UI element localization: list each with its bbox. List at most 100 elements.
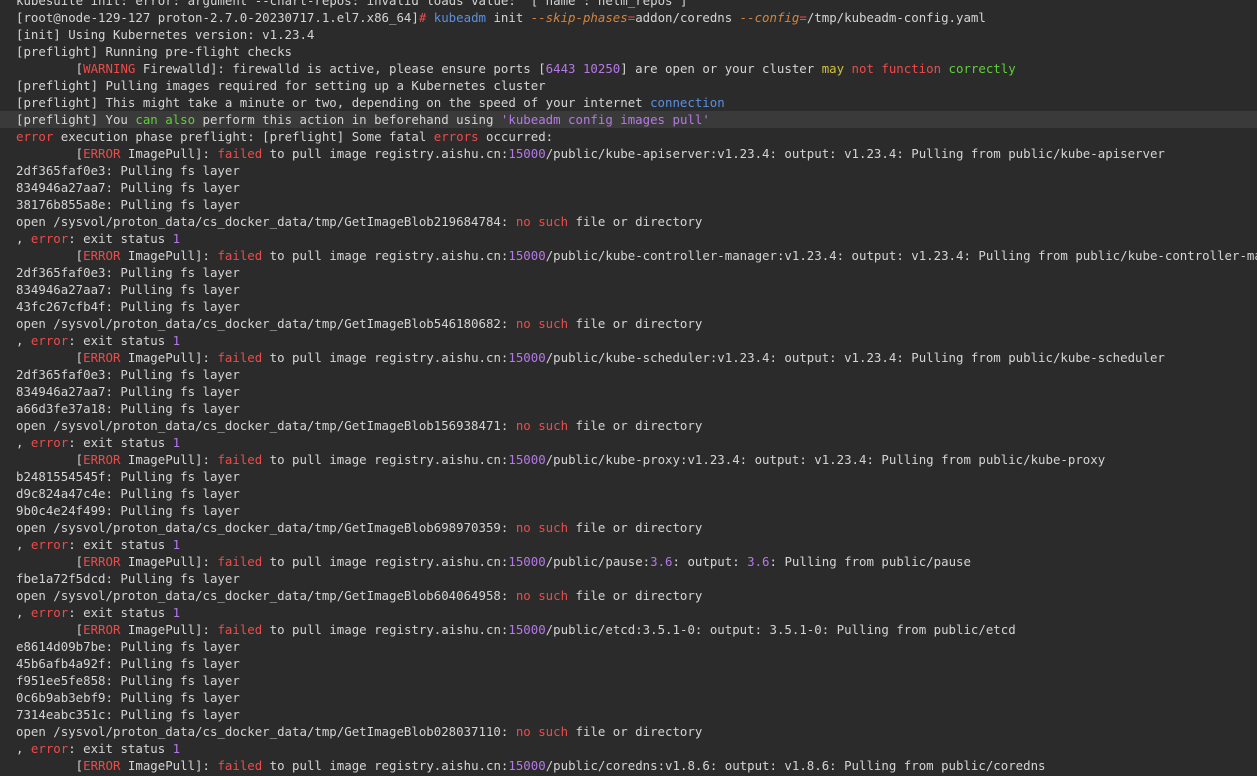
terminal-line: [ERROR ImagePull]: failed to pull image … [16,145,1257,162]
terminal-text-segment: file or directory [568,316,703,331]
terminal-text-segment: to pull image registry.aishu.cn: [262,452,509,467]
terminal-text-segment: 15000 [508,146,546,161]
terminal-text-segment: kubesuite init: [16,0,136,8]
terminal-text-segment: open /sysvol/proton_data/cs_docker_data/… [16,418,516,433]
terminal-text-segment: not function [851,61,942,76]
terminal-text-segment: --chart-repos [254,0,352,8]
terminal-text-segment: to pull image registry.aishu.cn: [262,248,509,263]
terminal-lines: kubesuite init: error: argument --chart-… [0,0,1257,774]
terminal-text-segment: ImagePull]: [120,350,218,365]
terminal-output[interactable]: kubesuite init: error: argument --chart-… [0,0,1257,776]
terminal-line: 834946a27aa7: Pulling fs layer [16,281,1257,298]
terminal-text-segment: Firewalld]: firewalld is active, please … [135,61,546,76]
terminal-text-segment: WARNING [83,61,136,76]
terminal-text-segment: no such [515,418,569,433]
terminal-line: [preflight] This might take a minute or … [16,94,1257,111]
terminal-text-segment: addon [635,10,673,25]
terminal-text-segment: [preflight] You [16,112,136,127]
terminal-line: [preflight] Pulling images required for … [16,77,1257,94]
terminal-text-segment: occurred: [478,129,554,144]
terminal-text-segment: [preflight] Running pre-flight checks [16,44,293,59]
terminal-line: open /sysvol/proton_data/cs_docker_data/… [16,417,1257,434]
terminal-line: , error: exit status 1 [16,332,1257,349]
terminal-text-segment: no such [515,588,569,603]
terminal-text-segment: 15000 [508,554,546,569]
terminal-text-segment: no such [515,520,569,535]
terminal-text-segment: file or directory [568,588,703,603]
terminal-text-segment: errors [433,129,479,144]
terminal-text-segment: f951ee5fe858: Pulling fs layer [16,673,240,688]
terminal-text-segment: 1 [172,231,181,246]
terminal-line: a66d3fe37a18: Pulling fs layer [16,400,1257,417]
terminal-text-segment: , [16,741,31,756]
terminal-text-segment: ImagePull]: [120,146,218,161]
terminal-text-segment: 2df365faf0e3: Pulling fs layer [16,163,240,178]
terminal-text-segment: [ [16,61,84,76]
terminal-text-segment: /public/etcd:3.5.1-0: output: 3.5.1-0: P… [545,622,1016,637]
terminal-text-segment: , [16,333,31,348]
terminal-line: , error: exit status 1 [16,434,1257,451]
terminal-text-segment: /public/kube-controller-manager:v1.23.4:… [545,248,1257,263]
terminal-line: [ERROR ImagePull]: failed to pull image … [16,247,1257,264]
terminal-text-segment: ERROR [83,622,121,637]
terminal-text-segment: 43fc267cfb4f: Pulling fs layer [16,299,240,314]
terminal-text-segment: 15000 [508,758,546,773]
terminal-text-segment: [init] Using Kubernetes version: v1.23.4 [16,27,315,42]
terminal-line: error execution phase preflight: [prefli… [16,128,1257,145]
terminal-text-segment: file or directory [568,724,703,739]
terminal-line: 43fc267cfb4f: Pulling fs layer [16,298,1257,315]
terminal-text-segment: : Pulling from public/pause [769,554,971,569]
terminal-text-segment: ERROR [83,248,121,263]
terminal-text-segment: execution phase preflight: [preflight] S… [53,129,434,144]
terminal-text-segment: 1 [172,537,181,552]
terminal-line: open /sysvol/proton_data/cs_docker_data/… [16,519,1257,536]
terminal-text-segment: error [30,741,69,756]
terminal-text-segment: error [135,0,173,8]
terminal-line: b2481554545f: Pulling fs layer [16,468,1257,485]
terminal-text-segment: : invalid loads value: '["name": helm_re… [351,0,695,8]
terminal-text-segment: : exit status [68,741,173,756]
terminal-text-segment: to pull image registry.aishu.cn: [262,146,509,161]
terminal-text-segment: : exit status [68,605,173,620]
terminal-line: f951ee5fe858: Pulling fs layer [16,672,1257,689]
terminal-line: fbe1a72f5dcd: Pulling fs layer [16,570,1257,587]
terminal-line: 834946a27aa7: Pulling fs layer [16,383,1257,400]
terminal-text-segment: failed [217,622,263,637]
terminal-line: [ERROR ImagePull]: failed to pull image … [16,553,1257,570]
terminal-text-segment: 2df365faf0e3: Pulling fs layer [16,265,240,280]
terminal-text-segment: b2481554545f: Pulling fs layer [16,469,240,484]
terminal-text-segment: 3.6 [747,554,770,569]
terminal-text-segment: error [16,129,54,144]
terminal-text-segment: e8614d09b7be: Pulling fs layer [16,639,240,654]
terminal-text-segment: failed [217,350,263,365]
terminal-line: 0c6b9ab3ebf9: Pulling fs layer [16,689,1257,706]
terminal-text-segment: error [30,537,69,552]
terminal-text-segment: [ [16,554,84,569]
terminal-line: [init] Using Kubernetes version: v1.23.4 [16,26,1257,43]
terminal-line: open /sysvol/proton_data/cs_docker_data/… [16,213,1257,230]
terminal-text-segment: 2df365faf0e3: Pulling fs layer [16,367,240,382]
terminal-text-segment: may [821,61,845,76]
terminal-line: 834946a27aa7: Pulling fs layer [16,179,1257,196]
terminal-text-segment: ERROR [83,350,121,365]
terminal-text-segment: file or directory [568,418,703,433]
terminal-text-segment: connection [650,95,725,110]
terminal-text-segment: ImagePull]: [120,622,218,637]
terminal-line: , error: exit status 1 [16,740,1257,757]
terminal-text-segment: perform this action in beforehand using [195,112,501,127]
terminal-text-segment: : output: [672,554,748,569]
terminal-text-segment: correctly [948,61,1016,76]
terminal-text-segment: open /sysvol/proton_data/cs_docker_data/… [16,214,516,229]
terminal-text-segment: [root@node-129-127 proton-2.7.0-20230717… [16,10,419,25]
terminal-text-segment: file or directory [568,214,703,229]
terminal-text-segment: 1 [172,605,181,620]
terminal-text-segment: [ [16,248,84,263]
terminal-line: d9c824a47c4e: Pulling fs layer [16,485,1257,502]
terminal-text-segment: [ [16,452,84,467]
terminal-text-segment: d9c824a47c4e: Pulling fs layer [16,486,240,501]
terminal-text-segment: error [30,231,69,246]
terminal-line: [preflight] Running pre-flight checks [16,43,1257,60]
terminal-text-segment: [ [16,622,84,637]
terminal-text-segment: 834946a27aa7: Pulling fs layer [16,282,240,297]
terminal-text-segment: 1 [172,741,181,756]
